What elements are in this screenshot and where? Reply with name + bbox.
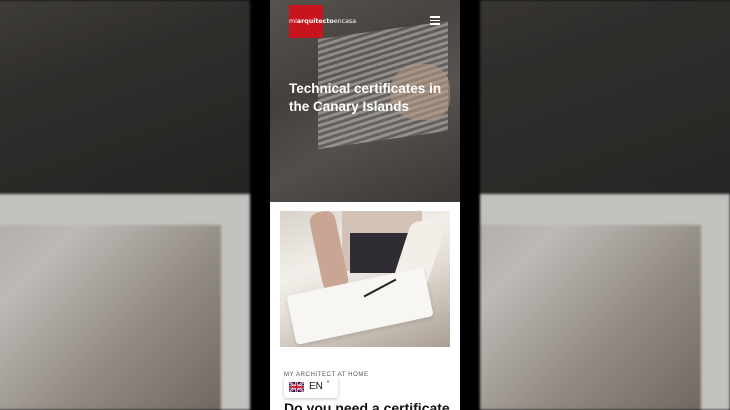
hero-title: Technical certificates in the Canary Isl…: [289, 81, 442, 115]
site-logo[interactable]: miarquitectoencasa: [289, 5, 356, 38]
mobile-page: miarquitectoencasa Technical certificate…: [270, 0, 460, 410]
language-switcher[interactable]: EN ˄: [284, 376, 338, 398]
architect-drawing-photo: [280, 211, 450, 347]
language-label: EN: [309, 381, 323, 392]
chevron-up-icon: ˄: [326, 380, 330, 389]
uk-flag-icon: [289, 382, 304, 392]
hamburger-menu-icon[interactable]: [430, 16, 440, 25]
logo-text-encasa: encasa: [333, 18, 357, 25]
background-blur-left: [0, 0, 250, 410]
logo-text-mi: mi: [289, 18, 297, 25]
hero-section: miarquitectoencasa Technical certificate…: [270, 0, 460, 202]
background-blur-right: [480, 0, 730, 410]
section-title: Do you need a certificate: [284, 399, 450, 410]
logo-text-arquitecto: arquitecto: [296, 18, 334, 25]
